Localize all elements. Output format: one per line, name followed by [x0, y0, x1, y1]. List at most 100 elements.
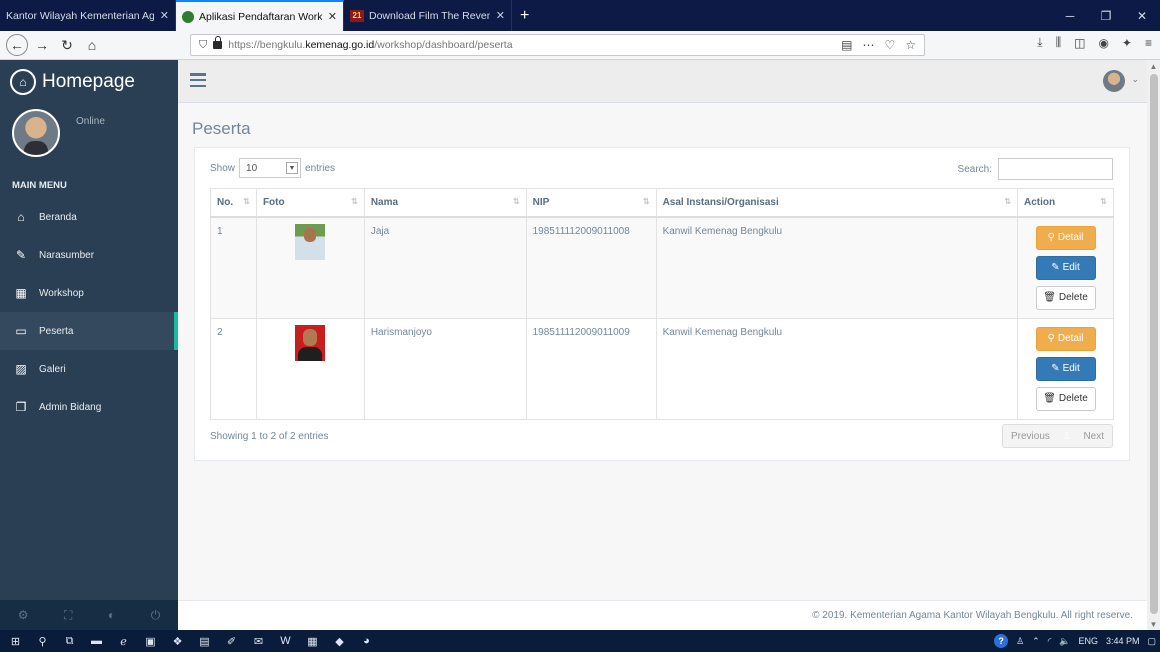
close-icon[interactable]: ✕ [160, 9, 169, 22]
reader-view-icon[interactable]: ▤ [841, 38, 852, 52]
paint-icon[interactable]: ✐ [220, 630, 243, 652]
people-icon[interactable]: ♙ [1016, 636, 1024, 647]
chevron-down-icon[interactable]: ⌄ [1131, 74, 1139, 85]
browser-tab-bar: Kantor Wilayah Kementerian Agam ✕ Aplika… [0, 0, 1160, 31]
sidebar-item-admin-bidang[interactable]: ❐ Admin Bidang [0, 388, 178, 426]
forward-arrow-icon[interactable]: → [31, 34, 53, 56]
restore-icon[interactable]: ❐ [1088, 0, 1124, 31]
browser-tab-aplikasi[interactable]: Aplikasi Pendaftaran Worksho ✕ [176, 0, 344, 31]
edge-icon[interactable]: ℯ [112, 630, 135, 652]
column-header-asal[interactable]: Asal Instansi/Organisasi ⇅ [655, 188, 1019, 218]
store-icon[interactable]: ▣ [139, 630, 162, 652]
close-window-icon[interactable]: ✕ [1124, 0, 1160, 31]
home-icon[interactable]: ⌂ [81, 34, 103, 56]
column-header-foto[interactable]: Foto ⇅ [255, 188, 365, 218]
tracking-shield-icon[interactable]: ⛉ [199, 39, 207, 52]
detail-button[interactable]: ⚲ Detail [1035, 326, 1096, 351]
app-icon[interactable]: ◆ [328, 630, 351, 652]
minimize-icon[interactable]: ─ [1052, 0, 1088, 31]
extension-icon[interactable]: ✦ [1122, 36, 1132, 50]
bookmark-star-icon[interactable]: ☆ [905, 38, 916, 52]
clock[interactable]: 3:44 PM [1106, 636, 1140, 646]
dropbox-icon[interactable]: ❖ [166, 630, 189, 652]
entries-length: Show 10 ▼ entries [210, 158, 335, 178]
fullscreen-icon[interactable]: ⛶ [64, 608, 72, 623]
library-icon[interactable]: ⫼ [1056, 35, 1062, 50]
volume-icon[interactable]: 🔈 [1059, 636, 1070, 647]
download-icon[interactable]: ⤓ [1037, 35, 1042, 50]
sidebar-item-beranda[interactable]: ⌂ Beranda [0, 198, 178, 236]
sidebar-item-peserta[interactable]: ▭ Peserta [0, 312, 178, 350]
next-button[interactable]: Next [1075, 425, 1112, 447]
language-indicator[interactable]: ENG [1078, 636, 1098, 646]
trash-icon: 🗑 [1043, 292, 1056, 303]
delete-button[interactable]: 🗑 Delete [1035, 285, 1096, 310]
address-bar-actions: ▤ ⋯ ♡ ☆ [841, 35, 916, 55]
column-header-label: Foto [262, 196, 285, 208]
back-arrow-icon[interactable]: ← [6, 34, 28, 56]
browser-tab-kanwil[interactable]: Kantor Wilayah Kementerian Agam ✕ [0, 0, 176, 31]
sidebar-item-label: Admin Bidang [39, 401, 102, 413]
delete-label: Delete [1058, 292, 1088, 303]
settings-icon[interactable]: ⚙ [18, 608, 29, 622]
column-header-nama[interactable]: Nama ⇅ [363, 188, 527, 218]
scroll-up-icon[interactable]: ▲ [1147, 60, 1160, 72]
sort-icon: ⇅ [243, 197, 250, 206]
close-icon[interactable]: ✕ [328, 10, 337, 23]
mail-icon[interactable]: ✉ [247, 630, 270, 652]
brand-link[interactable]: ⌂ Homepage [0, 60, 178, 103]
network-icon[interactable]: ◜ [1048, 636, 1052, 647]
pencil-icon: ✎ [1051, 262, 1060, 273]
column-header-no[interactable]: No. ⇅ [210, 188, 257, 218]
detail-button[interactable]: ⚲ Detail [1035, 225, 1096, 250]
search-icon[interactable]: ⚲ [31, 630, 54, 652]
cell-foto [255, 317, 365, 420]
account-icon[interactable]: ◉ [1098, 36, 1108, 50]
scroll-down-icon[interactable]: ▼ [1147, 618, 1160, 630]
file-explorer-icon[interactable]: ▬ [85, 630, 108, 652]
column-header-nip[interactable]: NIP ⇅ [525, 188, 657, 218]
entries-select[interactable]: 10 ▼ [239, 158, 302, 178]
calculator-icon[interactable]: ▤ [193, 630, 216, 652]
sidebar-item-galeri[interactable]: ▨ Galeri [0, 350, 178, 388]
sidebar-item-workshop[interactable]: ▦ Workshop [0, 274, 178, 312]
windows-start-icon[interactable]: ⊞ [4, 630, 27, 652]
sort-icon: ⇅ [351, 197, 358, 206]
chevron-up-icon[interactable]: ⌃ [1032, 636, 1040, 647]
top-nav: ⌄ [178, 60, 1147, 103]
url-host: kemenag.go.id [305, 39, 375, 51]
scrollbar-thumb[interactable] [1150, 74, 1158, 614]
address-bar[interactable]: ⛉ https://bengkulu. kemenag.go.id/worksho… [190, 34, 925, 56]
sidebar-icon[interactable]: ◫ [1074, 36, 1085, 50]
pocket-icon[interactable]: ♡ [884, 38, 895, 52]
close-icon[interactable]: ✕ [496, 9, 505, 22]
menu-icon[interactable]: ≡ [1145, 36, 1152, 50]
firefox-icon[interactable]: ◕ [355, 630, 378, 652]
hamburger-icon[interactable] [190, 73, 206, 87]
lock-icon[interactable] [213, 36, 223, 49]
word-icon[interactable]: W [274, 630, 297, 652]
sort-icon: ⇅ [1004, 197, 1012, 206]
tab-label: Aplikasi Pendaftaran Worksho [199, 10, 322, 23]
calendar-icon[interactable]: ▦ [301, 630, 324, 652]
page-actions-icon[interactable]: ⋯ [862, 38, 874, 52]
browser-tab-download[interactable]: 21 Download Film The Revenant ✕ [344, 0, 512, 31]
search-input[interactable] [998, 158, 1113, 180]
notification-icon[interactable]: ▢ [1147, 636, 1156, 647]
page-number[interactable]: 1 [1058, 425, 1076, 447]
detail-label: Detail [1057, 232, 1084, 243]
eye-slash-icon[interactable]: ◐ [108, 608, 115, 622]
column-header-action[interactable]: Action ⇅ [1017, 188, 1114, 218]
new-tab-button[interactable]: + [512, 0, 537, 31]
previous-button[interactable]: Previous [1003, 425, 1058, 447]
sidebar-item-narasumber[interactable]: ✎ Narasumber [0, 236, 178, 274]
page-scrollbar[interactable]: ▲ ▼ [1147, 60, 1160, 630]
reload-icon[interactable]: ↻ [56, 34, 78, 56]
edit-button[interactable]: ✎ Edit [1035, 356, 1096, 381]
edit-button[interactable]: ✎ Edit [1035, 255, 1096, 280]
task-view-icon[interactable]: ⧉ [58, 630, 81, 652]
help-icon[interactable]: ? [994, 634, 1009, 648]
delete-button[interactable]: 🗑 Delete [1035, 386, 1096, 411]
user-avatar[interactable] [1103, 70, 1125, 92]
power-icon[interactable]: ⏻ [151, 608, 161, 623]
